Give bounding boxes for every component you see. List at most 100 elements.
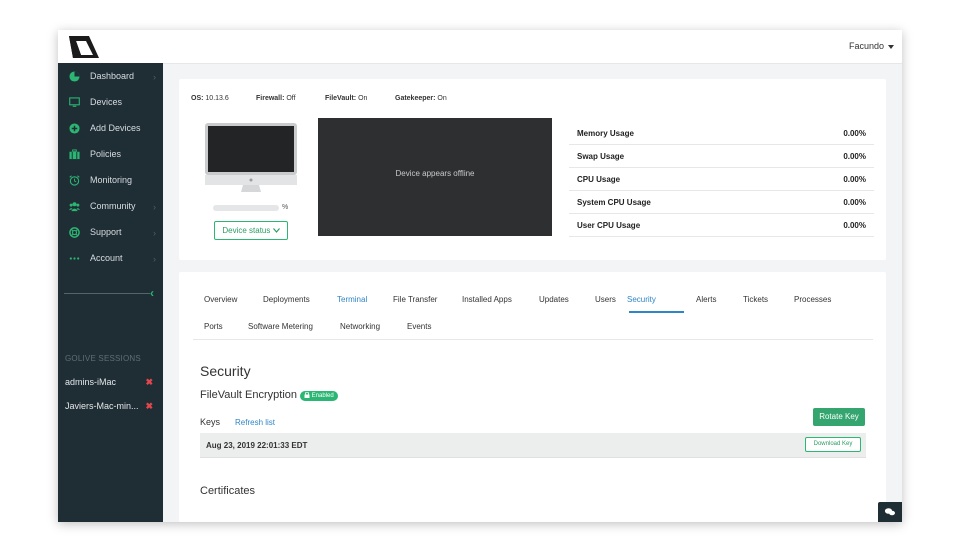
tab-file-transfer[interactable]: File Transfer xyxy=(393,295,437,304)
usage-label: User CPU Usage xyxy=(577,221,641,230)
session-item[interactable]: admins-iMac ✖ xyxy=(65,377,159,387)
imac-device-icon xyxy=(205,123,297,192)
tab-updates[interactable]: Updates xyxy=(539,295,569,304)
tab-software-metering[interactable]: Software Metering xyxy=(248,322,313,331)
sidebar-item-support[interactable]: Support › xyxy=(58,219,163,245)
sidebar-item-label: Add Devices xyxy=(90,123,141,133)
usage-label: CPU Usage xyxy=(577,175,621,184)
lock-icon xyxy=(304,391,310,398)
sessions-title: GOLIVE SESSIONS xyxy=(65,354,141,363)
filevault-stat: FileVault: On xyxy=(325,95,368,102)
key-date: Aug 23, 2019 22:01:33 EDT xyxy=(206,441,308,450)
sidebar-item-label: Monitoring xyxy=(90,175,133,185)
device-progress-bar xyxy=(213,205,279,211)
usage-row: Swap Usage 0.00% xyxy=(569,145,874,168)
tab-ports[interactable]: Ports xyxy=(204,322,223,331)
tab-divider xyxy=(193,339,873,340)
keys-label: Keys xyxy=(200,417,221,427)
sidebar-item-community[interactable]: Community › xyxy=(58,193,163,219)
sidebar-item-dashboard[interactable]: Dashboard › xyxy=(58,63,163,89)
sidebar-item-label: Dashboard xyxy=(90,71,135,81)
chevron-right-icon: › xyxy=(153,202,156,212)
usage-row: CPU Usage 0.00% xyxy=(569,168,874,191)
usage-value: 0.00% xyxy=(843,198,866,207)
tab-overview[interactable]: Overview xyxy=(204,295,237,304)
caret-down-icon xyxy=(888,44,894,49)
tab-events[interactable]: Events xyxy=(407,322,431,331)
usage-table: Memory Usage 0.00% Swap Usage 0.00% CPU Us… xyxy=(569,122,874,237)
tab-deployments[interactable]: Deployments xyxy=(263,295,310,304)
tab-installed-apps[interactable]: Installed Apps xyxy=(462,295,512,304)
sidebar: Dashboard › Devices Add Devices Policies… xyxy=(58,63,163,522)
chat-bubbles-icon xyxy=(884,508,895,516)
rotate-key-button[interactable]: Rotate Key xyxy=(813,408,865,426)
sidebar-item-add-devices[interactable]: Add Devices xyxy=(58,115,163,141)
gatekeeper-stat: Gatekeeper: On xyxy=(395,95,447,102)
lifebuoy-icon xyxy=(69,227,80,238)
usage-row: Memory Usage 0.00% xyxy=(569,122,874,145)
device-status-button[interactable]: Device status xyxy=(214,221,288,240)
firewall-stat: Firewall: Off xyxy=(256,95,296,102)
refresh-list-link[interactable]: Refresh list xyxy=(235,418,275,427)
sidebar-item-monitoring[interactable]: Monitoring xyxy=(58,167,163,193)
enabled-badge-label: Enabled xyxy=(311,393,334,399)
usage-label: Swap Usage xyxy=(577,152,625,161)
sidebar-item-label: Devices xyxy=(90,97,123,107)
collapse-sidebar-icon[interactable]: ‹ xyxy=(150,286,154,300)
usage-row: User CPU Usage 0.00% xyxy=(569,214,874,237)
tab-processes[interactable]: Processes xyxy=(794,295,831,304)
user-menu[interactable]: Facundo xyxy=(849,41,894,51)
remote-screen[interactable]: Device appears offline xyxy=(318,118,552,236)
usage-value: 0.00% xyxy=(843,175,866,184)
key-row: Aug 23, 2019 22:01:33 EDT Download Key xyxy=(200,433,866,458)
user-name: Facundo xyxy=(848,41,884,51)
sidebar-item-label: Community xyxy=(90,201,136,211)
usage-value: 0.00% xyxy=(843,152,866,161)
tab-networking[interactable]: Networking xyxy=(340,322,380,331)
sidebar-item-devices[interactable]: Devices xyxy=(58,89,163,115)
sidebar-item-label: Policies xyxy=(90,149,122,159)
tab-users[interactable]: Users xyxy=(595,295,616,304)
usage-value: 0.00% xyxy=(843,221,866,230)
usage-label: System CPU Usage xyxy=(577,198,651,207)
top-bar: Facundo xyxy=(58,30,902,64)
chevron-down-icon xyxy=(272,228,280,233)
download-key-button[interactable]: Download Key xyxy=(805,437,861,452)
active-tab-indicator xyxy=(629,311,684,313)
sidebar-item-account[interactable]: Account › xyxy=(58,245,163,271)
session-item[interactable]: Javiers-Mac-min... ✖ xyxy=(65,401,159,411)
more-dots-icon xyxy=(69,257,80,260)
section-title: Security xyxy=(200,363,251,379)
close-session-icon[interactable]: ✖ xyxy=(145,401,153,412)
session-label: Javiers-Mac-min... xyxy=(65,401,139,411)
app-window: Facundo Dashboard › Devices Add Devices … xyxy=(58,30,902,522)
enabled-badge: Enabled xyxy=(300,391,338,401)
usage-label: Memory Usage xyxy=(577,129,634,138)
pie-chart-icon xyxy=(69,71,80,82)
offline-message: Device appears offline xyxy=(395,169,475,178)
sidebar-divider xyxy=(64,293,150,294)
sidebar-item-label: Support xyxy=(90,227,122,237)
users-icon xyxy=(69,202,80,212)
usage-row: System CPU Usage 0.00% xyxy=(569,191,874,214)
alarm-clock-icon xyxy=(69,175,80,186)
os-stat: OS: 10.13.6 xyxy=(191,95,229,102)
plus-circle-icon xyxy=(69,123,80,134)
progress-percent: % xyxy=(282,204,289,211)
tab-terminal[interactable]: Terminal xyxy=(337,295,367,304)
tab-tickets[interactable]: Tickets xyxy=(743,295,768,304)
sidebar-item-policies[interactable]: Policies xyxy=(58,141,163,167)
certificates-heading: Certificates xyxy=(200,485,256,497)
usage-value: 0.00% xyxy=(843,129,866,138)
tab-alerts[interactable]: Alerts xyxy=(696,295,716,304)
filevault-heading: FileVault Encryption xyxy=(200,389,298,401)
sidebar-item-label: Account xyxy=(90,253,123,263)
tab-security[interactable]: Security xyxy=(627,295,656,304)
briefcase-icon xyxy=(69,149,80,160)
chevron-right-icon: › xyxy=(153,254,156,264)
session-label: admins-iMac xyxy=(65,377,117,387)
chat-button[interactable] xyxy=(878,502,902,522)
close-session-icon[interactable]: ✖ xyxy=(145,377,153,388)
monitor-icon xyxy=(69,97,80,107)
brand-logo[interactable] xyxy=(67,33,101,61)
